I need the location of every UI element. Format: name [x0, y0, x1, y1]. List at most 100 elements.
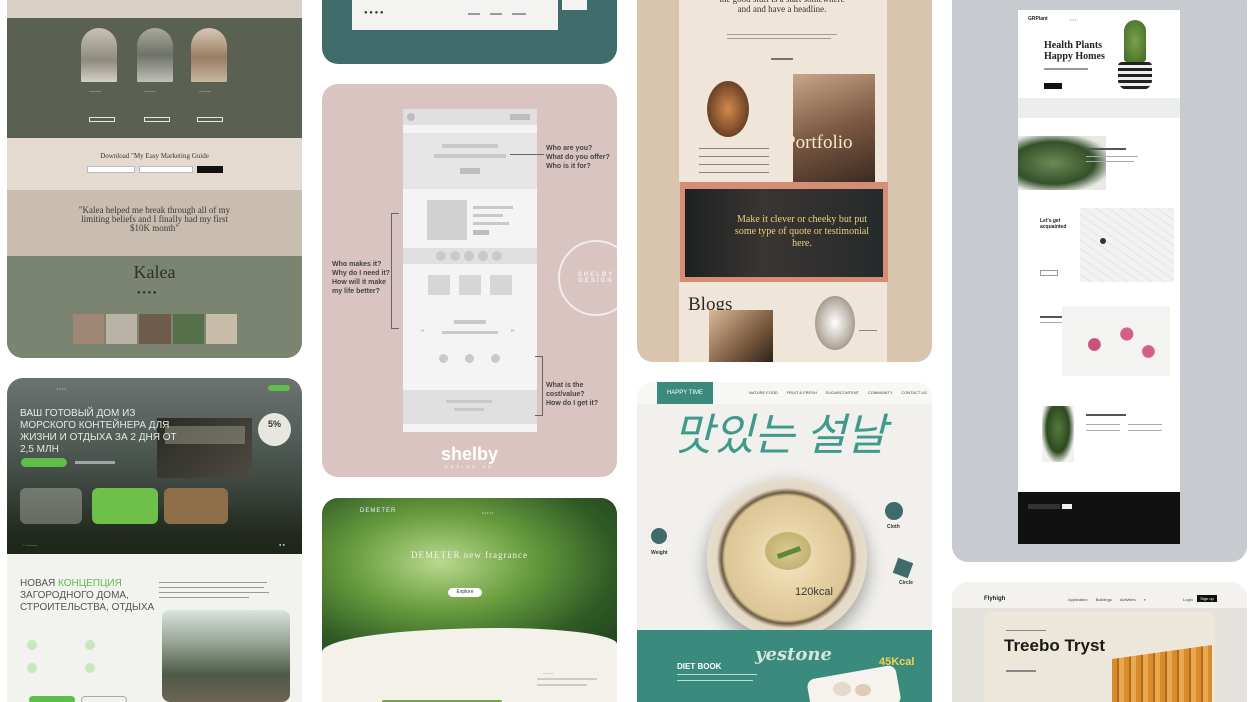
shelby-stamp: SHELBY DESIGN [558, 240, 617, 316]
nav-link-5[interactable]: CONTACT US [901, 390, 927, 395]
treebo-brand[interactable]: Flyhigh [984, 596, 1005, 602]
concept-title-part-2: ЗАГОРОДНОГО ДОМА, СТРОИТЕЛЬСТВА, ОТДЫХА [20, 590, 155, 613]
annotation-left-line-4: my life better? [332, 288, 380, 295]
cactus [1124, 20, 1146, 62]
guide-submit-button[interactable] [197, 166, 223, 173]
discount-badge: 5% [258, 413, 291, 446]
portfolio-headline: the good stuff is a start somewhere and … [719, 0, 844, 14]
pin-shelby-wireframe[interactable]: “ ” Who are you? What do you offer? Who … [322, 84, 617, 477]
guide-band [7, 138, 302, 190]
side-icon-weight [651, 528, 667, 544]
discount-badge-text: 5% [267, 419, 281, 429]
portfolio-feature-photo [793, 74, 875, 182]
treebo-login[interactable]: Login [1183, 597, 1193, 602]
treebo-nav: Application Buildings Activities ⌕ [1068, 597, 1146, 602]
korean-brand[interactable]: HAPPY TIME [657, 382, 713, 404]
treebo-title: Treebo Tryst [1004, 636, 1106, 655]
shelby-logo-text: shelby [440, 444, 499, 464]
annotation-bottom-line-1: What is the cost/value? [546, 382, 585, 398]
contact-button[interactable] [1040, 270, 1058, 276]
testimonial-text: "Kalea helped me break through all of my… [78, 205, 231, 233]
concept-primary-button[interactable] [29, 696, 75, 702]
blog-oval-photo [815, 296, 855, 350]
portfolio-read-more[interactable] [771, 58, 793, 60]
pin-korean-food-website[interactable]: HAPPY TIME NATURE FOOD FRUIT & FRESH SUG… [637, 382, 932, 702]
pin-board: ——— ——— ——— Download "My Easy Marketing … [0, 0, 1257, 702]
nav-link-2[interactable]: FRUIT & FRESH [787, 390, 817, 395]
annotation-top-line-2: What do you offer? [546, 154, 610, 161]
plants-cta-button[interactable] [1044, 83, 1062, 89]
annotation-top-line-3: Who is it for? [546, 163, 591, 170]
nav-link-4[interactable]: COMMUNITY [868, 390, 893, 395]
concept-title-part-1: НОВАЯ [20, 578, 59, 589]
feature-card-2[interactable] [92, 488, 158, 524]
portfolio-title: Portfolio [785, 132, 853, 153]
bowl-kcal: 120kcal [795, 586, 833, 598]
plants-headline: Health Plants Happy Homes [1044, 40, 1105, 62]
quote-text: Make it clever or cheeky but put some ty… [734, 214, 870, 249]
korean-title: 맛있는 설날 [673, 411, 887, 460]
pin-kalea-website[interactable]: ——— ——— ——— Download "My Easy Marketing … [7, 0, 302, 358]
annotation-left-line-2: Why do I need it? [332, 270, 390, 277]
kalea-logo: Kalea [133, 262, 176, 282]
treebo-signup-button[interactable]: Sign up [1197, 595, 1217, 602]
hand-plant-photo [1042, 406, 1074, 462]
hero-secondary-link[interactable] [75, 461, 115, 464]
side-label-circle: Circle [899, 580, 913, 586]
guide-input-email[interactable] [139, 166, 193, 173]
shelby-stamp-text: SHELBY DESIGN [577, 272, 615, 284]
pin-plants-website[interactable]: GRPlant • • • Health Plants Happy Homes … [952, 0, 1247, 562]
pin-treebo-website[interactable]: Flyhigh Application Buildings Activities… [952, 582, 1247, 702]
treebo-nav-2[interactable]: Buildings [1096, 597, 1112, 602]
instagram-strip [73, 314, 238, 344]
diet-book-title: DIET BOOK [677, 662, 722, 671]
photo-arch-2 [137, 28, 173, 82]
pin-container-house-website[interactable]: • • • • ВАШ ГОТОВЫЙ ДОМ ИЗ МОРСКОГО КОНТ… [7, 378, 302, 702]
palm-brand: DEMETER [360, 508, 397, 514]
side-icon-cloth [885, 502, 903, 520]
plant-photo-1 [1018, 136, 1106, 190]
annotation-left-line-1: Who makes it? [332, 261, 382, 268]
plants-footer [1018, 492, 1180, 544]
annotation-top-line-1: Who are you? [546, 145, 593, 152]
acquainted-title: Let's get acquainted [1040, 218, 1067, 230]
annotation-bottom-line-2: How do I get it? [546, 400, 599, 407]
side-icon-circle [892, 557, 914, 579]
annotation-bottom: What is the cost/value? How do I get it? [546, 381, 617, 408]
header-cta-button[interactable] [268, 385, 290, 391]
map [1080, 208, 1174, 282]
pin-palm-fragrance-website[interactable]: DEMETER • • • • • DEMETER new fragrance … [322, 498, 617, 702]
concept-secondary-button[interactable] [81, 696, 127, 702]
plants-brand[interactable]: GRPlant [1028, 16, 1048, 22]
palm-headline: DEMETER new fragrance [411, 550, 528, 560]
concept-photo [162, 610, 290, 702]
search-icon[interactable]: ⌕ [1144, 597, 1146, 602]
pin-portfolio-website[interactable]: the good stuff is a start somewhere and … [637, 0, 932, 362]
annotation-left-line-3: How will it make [332, 279, 387, 286]
photo-arch-1 [81, 28, 117, 82]
cactus-pot [1118, 62, 1152, 90]
nav-link-1[interactable]: NATURE FOOD [749, 390, 778, 395]
korean-nav-links: NATURE FOOD FRUIT & FRESH SUGARCONTENT C… [749, 390, 927, 395]
concept-title-accent: КОНЦЕПЦИЯ [58, 578, 122, 589]
blog-photo-1 [709, 310, 773, 362]
treebo-nav-1[interactable]: Application [1068, 597, 1088, 602]
palm-explore-button[interactable]: Explore [448, 588, 482, 597]
feature-card-3[interactable] [164, 488, 228, 524]
portfolio-oval-photo [707, 81, 749, 137]
footer-submit-button[interactable] [1062, 504, 1072, 509]
guide-cta: Download "My Easy Marketing Guide [100, 152, 209, 160]
feature-card-1[interactable] [20, 488, 82, 524]
annotation-top: Who are you? What do you offer? Who is i… [546, 144, 610, 171]
hero-primary-button[interactable] [21, 458, 67, 467]
treebo-nav-3[interactable]: Activities [1120, 597, 1136, 602]
nav-link-3[interactable]: SUGARCONTENT [826, 390, 860, 395]
guide-input-name[interactable] [87, 166, 135, 173]
pin-teal-website[interactable]: ● ● ● ● [322, 0, 617, 64]
footer-input[interactable] [1028, 504, 1060, 509]
flower-photo [1062, 306, 1170, 376]
social-icons[interactable]: ● ● ● ● [137, 290, 157, 296]
hero-title: ВАШ ГОТОВЫЙ ДОМ ИЗ МОРСКОГО КОНТЕЙНЕРА Д… [20, 408, 177, 455]
script-yestone: yestone [755, 644, 832, 665]
annotation-left: Who makes it? Why do I need it? How will… [332, 260, 390, 296]
